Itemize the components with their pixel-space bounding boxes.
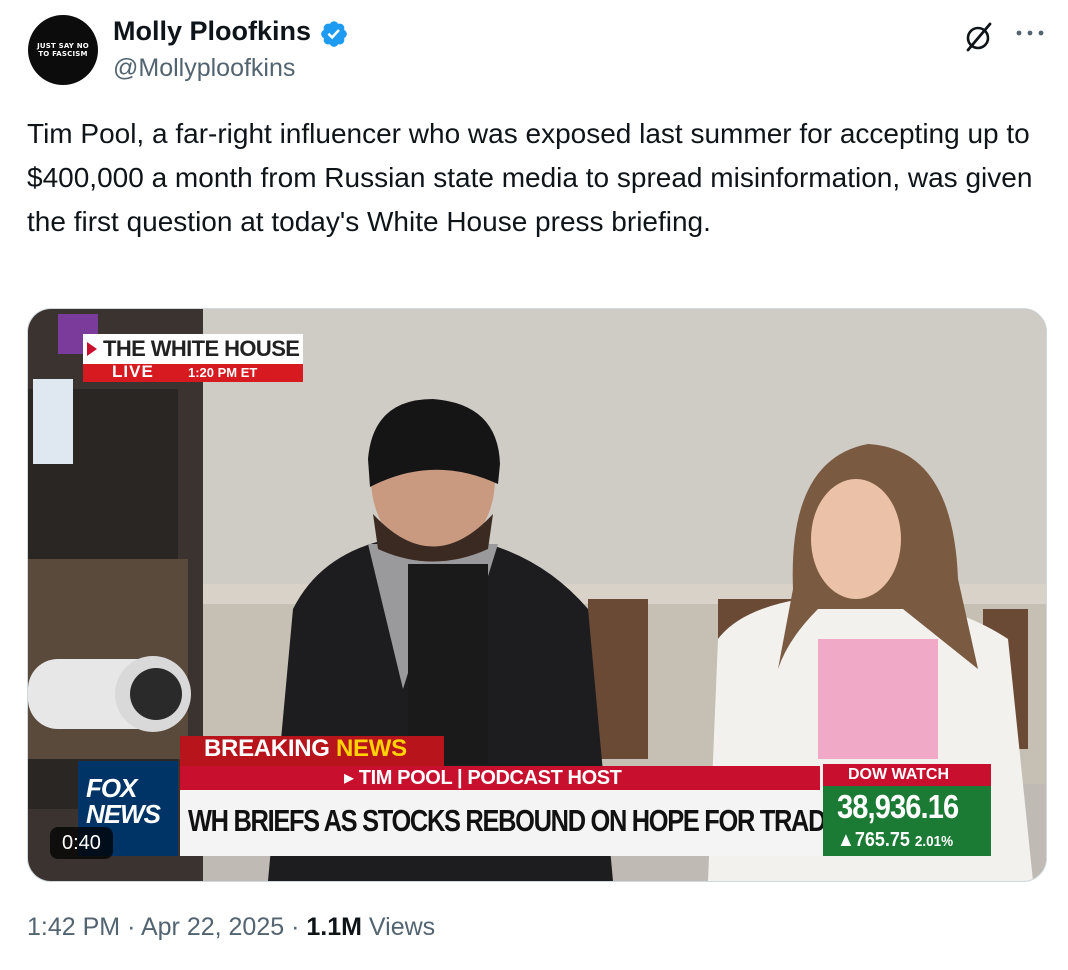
network-logo-text: FOX NEWS [86,775,161,829]
headline-text: WH BRIEFS AS STOCKS REBOUND ON HOPE FOR … [188,803,912,838]
video-player[interactable]: THE WHITE HOUSE LIVE 1:20 PM ET BREAKING… [27,308,1047,882]
live-time: 1:20 PM ET [188,365,258,380]
verified-badge-icon [321,21,347,47]
views-count: 1.1M [306,913,362,941]
dow-label: DOW WATCH [848,766,950,783]
author-display-name[interactable]: Molly Ploofkins [113,16,311,47]
tweet-text: Tim Pool, a far-right influencer who was… [27,118,1033,237]
location-label: THE WHITE HOUSE [103,336,300,361]
dow-change-pct: 2.01% [914,833,954,850]
avatar-text-line1: JUST SAY NO [37,42,89,50]
tweet-timestamp[interactable]: 1:42 PM · Apr 22, 2025 [27,913,284,941]
dow-change: ▲765.75 2.01% [837,829,953,852]
grok-slash-circle-icon[interactable] [962,20,996,54]
lower-third-subtitle: ▸ TIM POOL | PODCAST HOST [344,767,622,789]
author-handle[interactable]: @Mollyploofkins [113,54,295,83]
tweet-card: JUST SAY NO TO FASCISM Molly Ploofkins @… [0,0,1068,970]
meta-separator: · [127,913,136,941]
more-horizontal-icon[interactable] [1014,22,1046,44]
avatar-text-line2: TO FASCISM [38,50,88,58]
breaking-news-label: BREAKING NEWS [204,735,407,763]
views-label: Views [368,913,436,941]
dow-change-value: ▲765.75 [837,829,910,851]
location-arrow-icon [87,342,97,356]
network-line2: NEWS [86,799,161,829]
tweet-date: Apr 22, 2025 [140,913,285,941]
tweet-meta: 1:42 PM · Apr 22, 2025 · 1.1M Views [27,913,435,942]
news-word: NEWS [335,735,407,762]
meta-separator: · [291,913,300,941]
avatar[interactable]: JUST SAY NO TO FASCISM [28,15,98,85]
tweet-time: 1:42 PM [27,913,121,941]
dow-value: 38,936.16 [837,788,959,825]
video-duration-badge: 0:40 [50,827,113,859]
breaking-word: BREAKING [204,735,330,762]
live-label: LIVE [112,362,154,381]
